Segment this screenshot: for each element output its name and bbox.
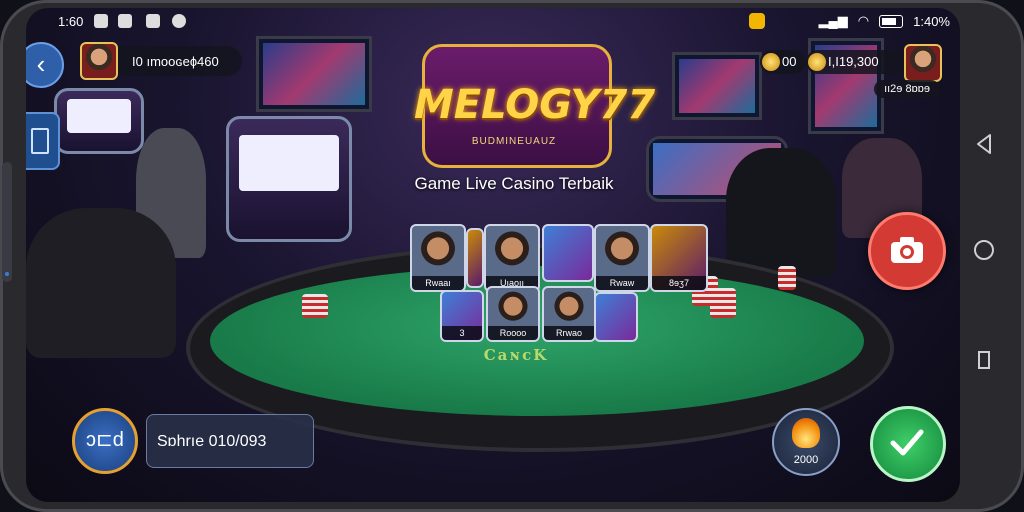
game-card-caption: 3	[442, 326, 482, 340]
game-card-caption: Roooo	[488, 326, 538, 340]
logo-title: MELOGY77	[414, 82, 656, 128]
battery-icon	[879, 14, 904, 28]
info-pill[interactable]: Sɒhrıe 010/093	[146, 414, 314, 468]
coin-icon	[762, 53, 780, 71]
bottom-left-controls: ɔ⊏d Sɒhrıe 010/093	[72, 408, 314, 474]
profile-avatar[interactable]	[904, 44, 942, 82]
coin-balance-small[interactable]: 00	[760, 50, 807, 74]
notification-icon	[172, 14, 186, 28]
player-silhouette	[26, 208, 176, 358]
chip-stack	[778, 266, 796, 290]
nav-back-icon[interactable]	[972, 132, 996, 156]
game-card-caption: Rwaaı	[412, 276, 464, 290]
dealer	[726, 148, 836, 278]
fire-bonus-button[interactable]: 2000	[772, 408, 840, 476]
menu-side-button[interactable]	[26, 112, 60, 170]
wifi-icon: ◠	[857, 13, 870, 28]
game-card[interactable]: Roooo	[486, 286, 540, 342]
background-monitor	[256, 36, 372, 112]
notification-icon	[118, 14, 132, 28]
game-card[interactable]: Rwaw	[594, 224, 650, 292]
confirm-button[interactable]	[870, 406, 946, 482]
slot-machine	[54, 88, 144, 154]
chip-stack	[302, 294, 328, 318]
nav-recents-icon[interactable]	[972, 348, 996, 372]
check-icon	[890, 429, 924, 456]
coin-balance-value: I,I19,300	[828, 54, 879, 69]
fire-bonus-count: 2000	[793, 454, 819, 466]
game-card[interactable]: 3	[440, 290, 484, 342]
coin-balance-small-value: 00	[782, 54, 797, 69]
phone-frame: CaɴcK 1:60 ▂▄▆ ◠ 1:40% I0 ımooɢeɸ460 00 …	[0, 0, 1024, 512]
tagline: Game Live Casino Terbaik	[414, 174, 614, 193]
background-monitor	[672, 52, 762, 120]
status-bar: 1:60 ▂▄▆ ◠ 1:40%	[26, 8, 960, 34]
status-time: 1:60	[58, 14, 84, 29]
brand-logo: MELOGY77 BUDMINEUAUZ	[414, 44, 656, 174]
game-grid: Rwaaı Uıaoıı Rwaw 8ɘʒ7 3 Roooo Rrwao	[410, 224, 708, 342]
game-card[interactable]	[542, 224, 594, 282]
user-id: I0 ımooɢeɸ460	[132, 54, 219, 69]
user-avatar[interactable]	[80, 42, 118, 80]
game-card[interactable]: Rrwao	[542, 286, 596, 342]
logo-subtitle: BUDMINEUAUZ	[471, 136, 557, 147]
game-card[interactable]	[594, 292, 638, 342]
game-card[interactable]	[466, 228, 484, 288]
notification-icon	[146, 14, 160, 28]
camera-button[interactable]	[868, 212, 946, 290]
chevron-left-icon: ‹	[36, 49, 46, 79]
app-screen: CaɴcK 1:60 ▂▄▆ ◠ 1:40% I0 ımooɢeɸ460 00 …	[26, 8, 960, 502]
notification-icon	[94, 14, 108, 28]
game-card-caption: Rwaw	[596, 276, 648, 290]
game-card[interactable]: Rwaaı	[410, 224, 466, 292]
game-card[interactable]: 8ɘʒ7	[650, 224, 708, 292]
coin-icon	[808, 53, 826, 71]
nav-home-icon[interactable]	[972, 238, 996, 262]
profile-widget[interactable]: ıı2ɘ 8ɒɒɘ	[874, 44, 942, 100]
game-card-caption: 8ɘʒ7	[652, 276, 706, 290]
game-card[interactable]: Uıaoıı	[484, 224, 540, 292]
back-button[interactable]: ‹	[26, 42, 64, 88]
glasses-button[interactable]: ɔ⊏d	[72, 408, 138, 474]
flame-icon	[792, 418, 820, 448]
user-id-pill[interactable]: I0 ımooɢeɸ460	[76, 42, 242, 80]
side-bezel	[2, 162, 12, 282]
signal-icon: ▂▄▆	[818, 13, 848, 28]
chip-stack	[710, 288, 736, 318]
slot-machine	[226, 116, 352, 242]
profile-tag: ıı2ɘ 8ɒɒɘ	[874, 80, 940, 98]
app-notification-icon	[748, 13, 765, 29]
battery-percent: 1:40%	[913, 13, 950, 29]
table-felt-text: CaɴcK	[483, 346, 549, 364]
game-card-caption: Rrwao	[544, 326, 594, 340]
camera-icon	[891, 237, 923, 263]
